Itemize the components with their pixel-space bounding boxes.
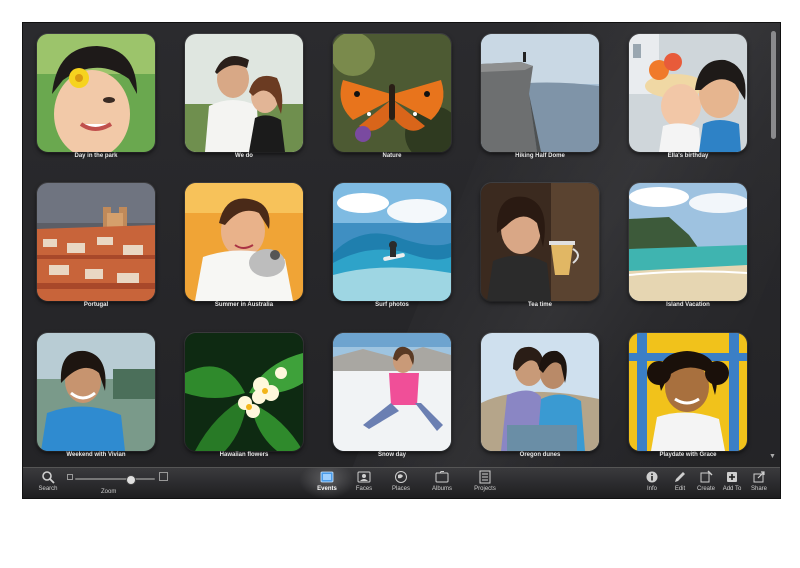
view-label: Albums	[431, 486, 452, 492]
event-caption: We do	[235, 153, 253, 159]
zoom-out-icon[interactable]	[67, 474, 73, 480]
event-thumbnail[interactable]	[481, 183, 599, 301]
zoom-in-icon[interactable]	[159, 472, 168, 481]
event-thumbnail[interactable]	[37, 333, 155, 451]
event-portugal[interactable]: Portugal	[37, 183, 155, 311]
search-label: Search	[38, 486, 58, 492]
vertical-scrollbar[interactable]: ▼	[767, 25, 780, 465]
event-caption: Weekend with Vivian	[66, 452, 126, 458]
event-thumbnail[interactable]	[333, 34, 451, 152]
event-thumbnail[interactable]	[481, 333, 599, 451]
globe-icon	[395, 471, 407, 483]
event-caption: Snow day	[377, 452, 406, 458]
view-events-button[interactable]: Events	[310, 470, 344, 492]
event-caption: Summer in Australia	[214, 302, 274, 308]
bottom-toolbar: Search Zoom Events Faces Places Albums P…	[23, 467, 780, 498]
event-day-in-the-park[interactable]: Day in the park	[37, 34, 155, 162]
event-caption: Ella's birthday	[667, 153, 709, 159]
pencil-icon	[675, 472, 685, 482]
event-caption: Day in the park	[74, 153, 118, 159]
event-weekend-with-vivian[interactable]: Weekend with Vivian	[37, 333, 155, 461]
faces-icon	[357, 471, 371, 483]
share-icon	[753, 471, 765, 483]
search-button[interactable]: Search	[31, 470, 65, 492]
view-label: Places	[391, 486, 410, 492]
view-label: Faces	[355, 486, 373, 492]
zoom-label: Zoom	[101, 489, 117, 495]
albums-icon	[435, 471, 449, 483]
event-thumbnail[interactable]	[37, 34, 155, 152]
event-caption: Surf photos	[375, 302, 409, 308]
share-button[interactable]: Share	[742, 470, 776, 492]
event-island-vacation[interactable]: Island Vacation	[629, 183, 747, 311]
event-thumbnail[interactable]	[629, 183, 747, 301]
magnifier-icon	[42, 471, 55, 484]
event-hawaiian-flowers[interactable]: Hawaiian flowers	[185, 333, 303, 461]
event-oregon-dunes[interactable]: Oregon dunes	[481, 333, 599, 461]
event-snow-day[interactable]: Snow day	[333, 333, 451, 461]
create-icon	[700, 470, 713, 483]
view-faces-button[interactable]: Faces	[347, 470, 381, 492]
event-caption: Portugal	[83, 302, 109, 308]
event-ellas-birthday[interactable]: Ella's birthday	[629, 34, 747, 162]
event-thumbnail[interactable]	[333, 183, 451, 301]
info-icon	[646, 471, 658, 483]
view-label: Projects	[474, 486, 496, 492]
event-caption: Hawaiian flowers	[219, 452, 269, 458]
event-caption: Hiking Half Dome	[515, 153, 565, 159]
event-thumbnail[interactable]	[481, 34, 599, 152]
event-caption: Tea time	[528, 302, 552, 308]
events-icon	[320, 471, 334, 483]
view-albums-button[interactable]: Albums	[425, 470, 459, 492]
event-thumbnail[interactable]	[185, 333, 303, 451]
view-places-button[interactable]: Places	[384, 470, 418, 492]
scrollbar-thumb[interactable]	[771, 31, 776, 139]
event-caption: Nature	[382, 153, 402, 159]
event-thumbnail[interactable]	[185, 34, 303, 152]
event-caption: Island Vacation	[666, 302, 710, 308]
event-surf-photos[interactable]: Surf photos	[333, 183, 451, 311]
event-we-do[interactable]: We do	[185, 34, 303, 162]
action-label: Share	[750, 486, 767, 492]
zoom-slider[interactable]	[75, 478, 155, 480]
event-thumbnail[interactable]	[37, 183, 155, 301]
event-thumbnail[interactable]	[629, 333, 747, 451]
scroll-down-arrow-icon[interactable]: ▼	[769, 453, 776, 460]
event-thumbnail[interactable]	[629, 34, 747, 152]
add-to-icon	[727, 472, 737, 482]
event-thumbnail[interactable]	[333, 333, 451, 451]
event-summer-in-australia[interactable]: Summer in Australia	[185, 183, 303, 311]
event-playdate-with-grace[interactable]: Playdate with Grace	[629, 333, 747, 461]
projects-icon	[479, 470, 491, 484]
event-thumbnail[interactable]	[185, 183, 303, 301]
event-caption: Oregon dunes	[519, 452, 561, 458]
view-projects-button[interactable]: Projects	[468, 470, 502, 492]
event-nature[interactable]: Nature	[333, 34, 451, 162]
event-hiking-half-dome[interactable]: Hiking Half Dome	[481, 34, 599, 162]
zoom-slider-knob[interactable]	[126, 475, 136, 485]
iphoto-window: Day in the park We do Nature Hiking Half…	[22, 22, 781, 499]
view-label: Events	[317, 486, 337, 492]
event-caption: Playdate with Grace	[659, 452, 717, 458]
events-grid: Day in the park We do Nature Hiking Half…	[23, 23, 780, 473]
event-tea-time[interactable]: Tea time	[481, 183, 599, 311]
